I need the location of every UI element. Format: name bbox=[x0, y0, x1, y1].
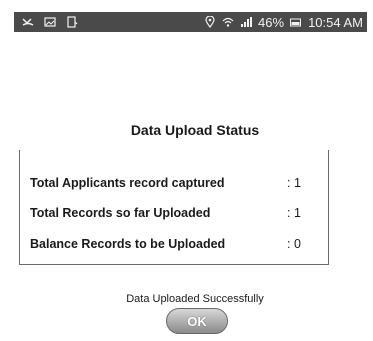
balance-value: : 0 bbox=[287, 237, 301, 251]
upload-status-panel: Total Applicants record captured : 1 Tot… bbox=[19, 150, 329, 265]
missed-call-icon bbox=[22, 16, 34, 28]
clock: 10:54 AM bbox=[308, 14, 363, 30]
captured-row: Total Applicants record captured : 1 bbox=[30, 176, 301, 190]
battery-icon bbox=[290, 16, 302, 28]
ok-button[interactable]: OK bbox=[166, 308, 228, 334]
location-icon bbox=[204, 16, 216, 28]
success-message: Data Uploaded Successfully bbox=[126, 293, 264, 305]
battery-percent: 46% bbox=[258, 14, 285, 30]
rotate-icon bbox=[66, 16, 78, 28]
status-bar: 46% 10:54 AM bbox=[14, 12, 367, 32]
balance-row: Balance Records to be Uploaded : 0 bbox=[30, 237, 301, 251]
signal-icon bbox=[240, 16, 253, 28]
uploaded-value: : 1 bbox=[287, 206, 301, 220]
uploaded-label: Total Records so far Uploaded bbox=[30, 206, 211, 220]
balance-label: Balance Records to be Uploaded bbox=[30, 237, 226, 251]
wifi-icon bbox=[222, 16, 234, 28]
captured-label: Total Applicants record captured bbox=[30, 176, 225, 190]
captured-value: : 1 bbox=[287, 176, 301, 190]
dialog-title: Data Upload Status bbox=[130, 122, 260, 138]
uploaded-row: Total Records so far Uploaded : 1 bbox=[30, 206, 301, 220]
gallery-icon bbox=[44, 16, 56, 28]
